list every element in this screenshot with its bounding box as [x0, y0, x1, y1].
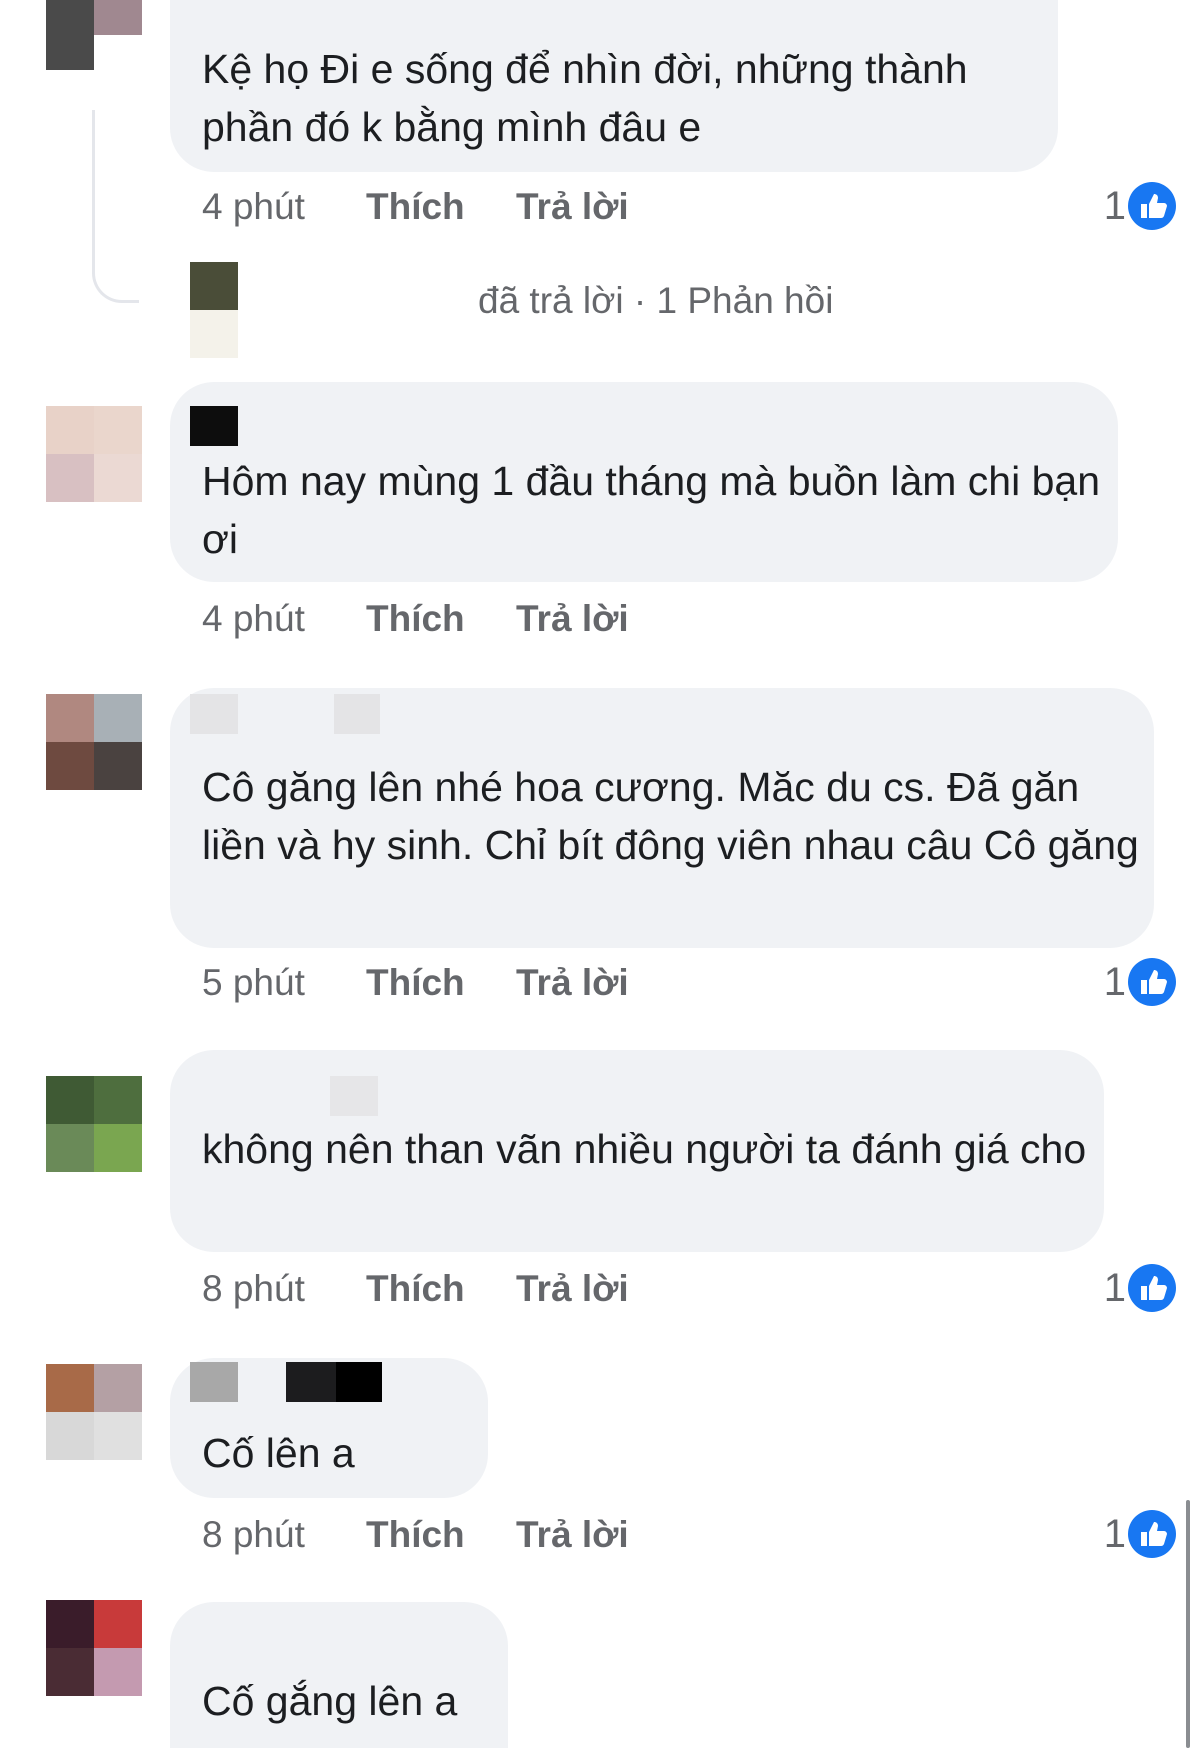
avatar[interactable] — [46, 1076, 142, 1172]
scrollbar[interactable] — [1186, 1500, 1190, 1748]
reaction-count: 1 — [1103, 1266, 1126, 1310]
reply-button[interactable]: Trả lời — [516, 1268, 629, 1310]
reaction-count: 1 — [1103, 960, 1126, 1004]
avatar[interactable] — [46, 1600, 142, 1696]
comment-time[interactable]: 4 phút — [202, 598, 305, 640]
reply-thread-label: đã trả lời — [478, 280, 624, 321]
reply-thread-separator: · — [633, 280, 647, 321]
reaction-summary[interactable]: 1 — [1080, 1508, 1176, 1560]
commenter-name-redacted[interactable] — [330, 1076, 378, 1116]
like-button[interactable]: Thích — [366, 186, 465, 228]
like-button[interactable]: Thích — [366, 598, 465, 640]
reply-thread-link[interactable]: đã trả lời · 1 Phản hồi — [478, 280, 833, 322]
comment-time[interactable]: 8 phút — [202, 1514, 305, 1556]
thread-connector — [92, 110, 139, 303]
like-button[interactable]: Thích — [366, 1514, 465, 1556]
reaction-count: 1 — [1103, 184, 1126, 228]
commenter-name-redacted[interactable] — [190, 694, 380, 734]
like-icon — [1128, 1510, 1176, 1558]
avatar[interactable] — [46, 0, 142, 70]
comment-text: không nên than vãn nhiều người ta đánh g… — [202, 1126, 1087, 1172]
commenter-name-redacted[interactable] — [190, 1362, 382, 1402]
avatar[interactable] — [46, 406, 142, 502]
reply-thread-count: 1 Phản hồi — [656, 280, 834, 321]
comment-time[interactable]: 4 phút — [202, 186, 305, 228]
comment-text: Kệ họ Đi e sống để nhìn đời, những thành… — [202, 46, 968, 150]
comment-text: Cô găng lên nhé hoa cương. Măc du cs. Đã… — [202, 764, 1139, 868]
reaction-summary[interactable]: 1 — [1080, 956, 1176, 1008]
reaction-count: 1 — [1103, 1512, 1126, 1556]
like-icon — [1128, 1264, 1176, 1312]
reaction-summary[interactable]: 1 — [1080, 180, 1176, 232]
commenter-name-redacted[interactable] — [190, 406, 238, 446]
comment-text: Hôm nay mùng 1 đầu tháng mà buồn làm chi… — [202, 458, 1100, 562]
comment-text: Cố gắng lên a — [202, 1678, 458, 1724]
reply-avatar[interactable] — [190, 262, 238, 358]
reply-button[interactable]: Trả lời — [516, 962, 629, 1004]
like-button[interactable]: Thích — [366, 962, 465, 1004]
reply-button[interactable]: Trả lời — [516, 598, 629, 640]
avatar[interactable] — [46, 1364, 142, 1460]
reaction-summary[interactable]: 1 — [1080, 1262, 1176, 1314]
comment-time[interactable]: 8 phút — [202, 1268, 305, 1310]
comment-time[interactable]: 5 phút — [202, 962, 305, 1004]
like-icon — [1128, 958, 1176, 1006]
reply-button[interactable]: Trả lời — [516, 186, 629, 228]
reply-button[interactable]: Trả lời — [516, 1514, 629, 1556]
like-icon — [1128, 182, 1176, 230]
like-button[interactable]: Thích — [366, 1268, 465, 1310]
comment-text: Cố lên a — [202, 1430, 355, 1476]
avatar[interactable] — [46, 694, 142, 790]
